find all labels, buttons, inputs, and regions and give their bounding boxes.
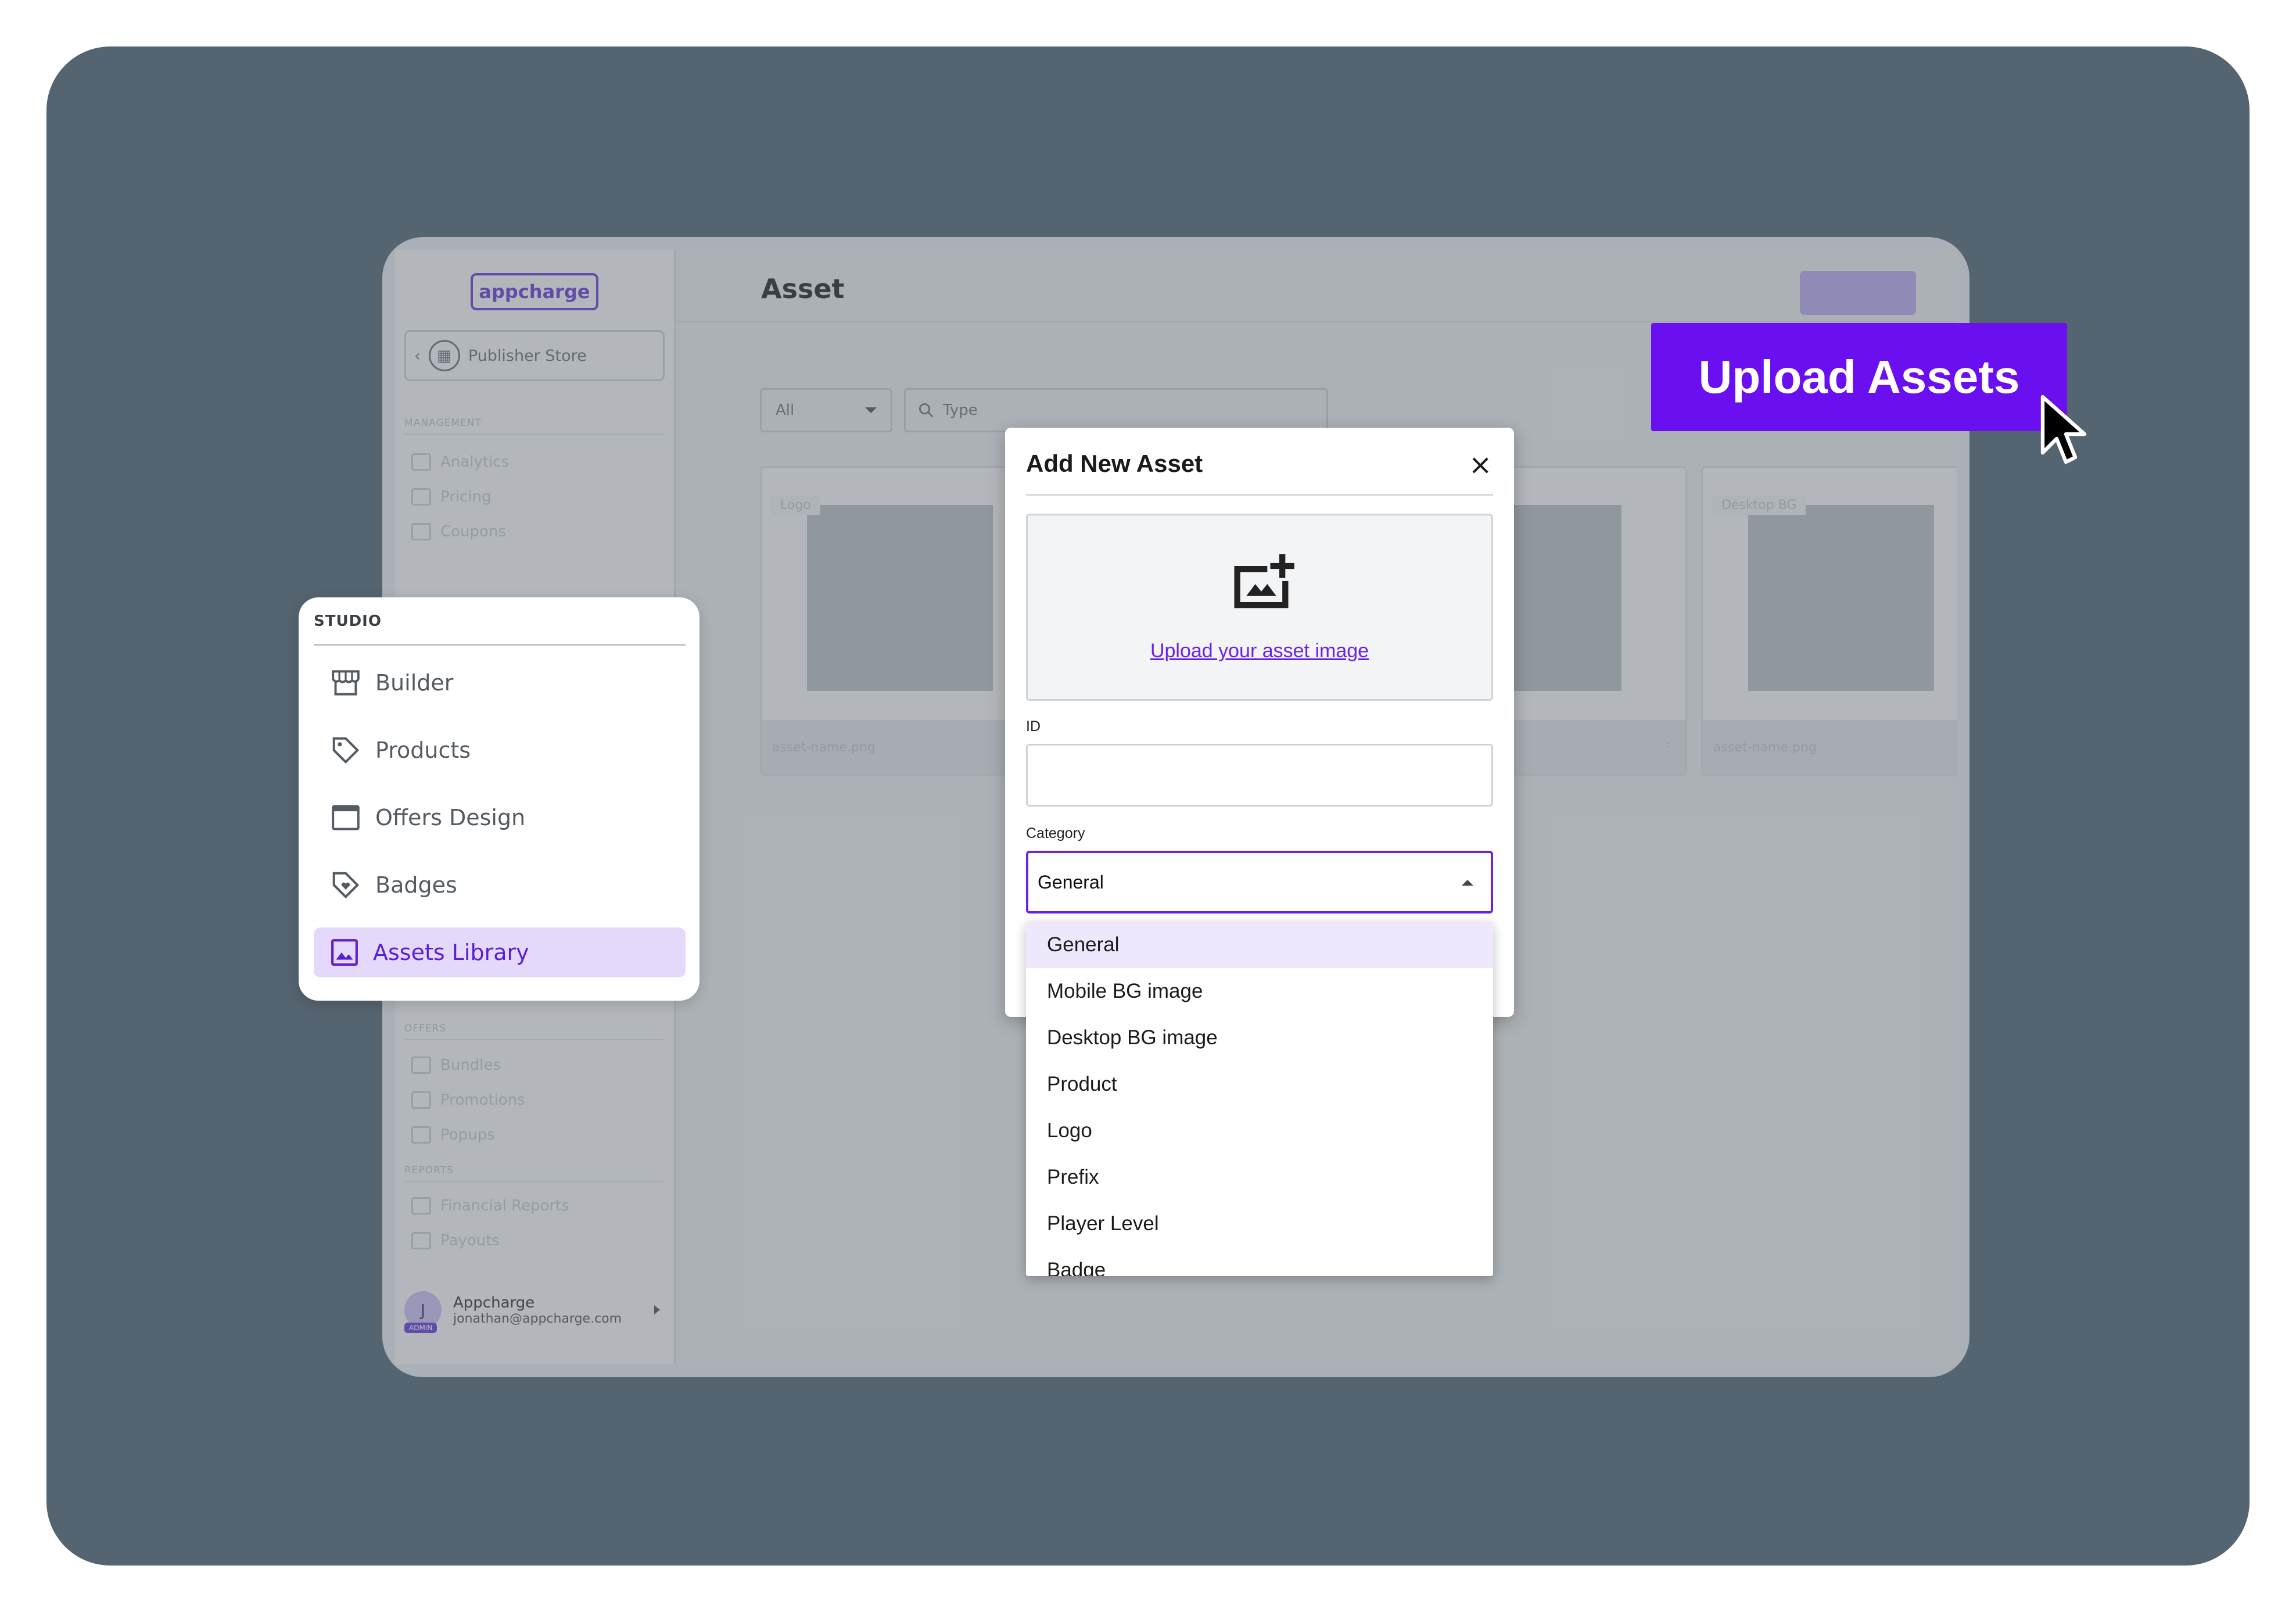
studio-item-badges[interactable]: Badges (314, 860, 686, 910)
studio-menu-card: STUDIO Builder Products Offers Design Ba… (299, 597, 699, 1001)
category-selected-value: General (1038, 871, 1104, 893)
category-dropdown-menu: General Mobile BG image Desktop BG image… (1026, 922, 1493, 1276)
studio-item-products[interactable]: Products (314, 725, 686, 775)
option-badge[interactable]: Badge (1026, 1247, 1493, 1276)
stage-background: appcharge ‹ ▦ Publisher Store MANAGEMENT… (46, 46, 2250, 1566)
dialog-divider (1026, 494, 1493, 496)
studio-heading: STUDIO (314, 612, 382, 630)
window-icon (332, 805, 360, 830)
option-player-level[interactable]: Player Level (1026, 1201, 1493, 1247)
studio-item-offers-design[interactable]: Offers Design (314, 793, 686, 843)
tag-icon (332, 737, 360, 764)
close-icon[interactable]: × (1469, 451, 1492, 479)
id-input[interactable] (1026, 744, 1493, 807)
category-label: Category (1026, 825, 1085, 841)
option-product[interactable]: Product (1026, 1061, 1493, 1108)
option-prefix[interactable]: Prefix (1026, 1154, 1493, 1201)
badge-tag-icon (332, 872, 360, 899)
option-mobile-bg-image[interactable]: Mobile BG image (1026, 968, 1493, 1015)
option-desktop-bg-image[interactable]: Desktop BG image (1026, 1015, 1493, 1061)
studio-divider (314, 644, 686, 646)
upload-link[interactable]: Upload your asset image (1028, 640, 1491, 662)
studio-item-assets-library[interactable]: Assets Library (314, 927, 686, 977)
storefront-icon (332, 670, 360, 696)
image-icon (331, 939, 358, 966)
caret-up-icon (1462, 880, 1473, 886)
mouse-cursor-icon (2040, 395, 2087, 464)
category-select[interactable]: General (1026, 851, 1493, 914)
add-image-icon (1234, 554, 1294, 608)
image-dropzone[interactable]: Upload your asset image (1026, 514, 1493, 701)
studio-item-builder[interactable]: Builder (314, 658, 686, 708)
dialog-title: Add New Asset (1026, 450, 1203, 477)
option-general[interactable]: General (1026, 922, 1493, 968)
option-logo[interactable]: Logo (1026, 1108, 1493, 1154)
upload-assets-button[interactable]: Upload Assets (1651, 323, 2067, 431)
id-label: ID (1026, 718, 1041, 735)
